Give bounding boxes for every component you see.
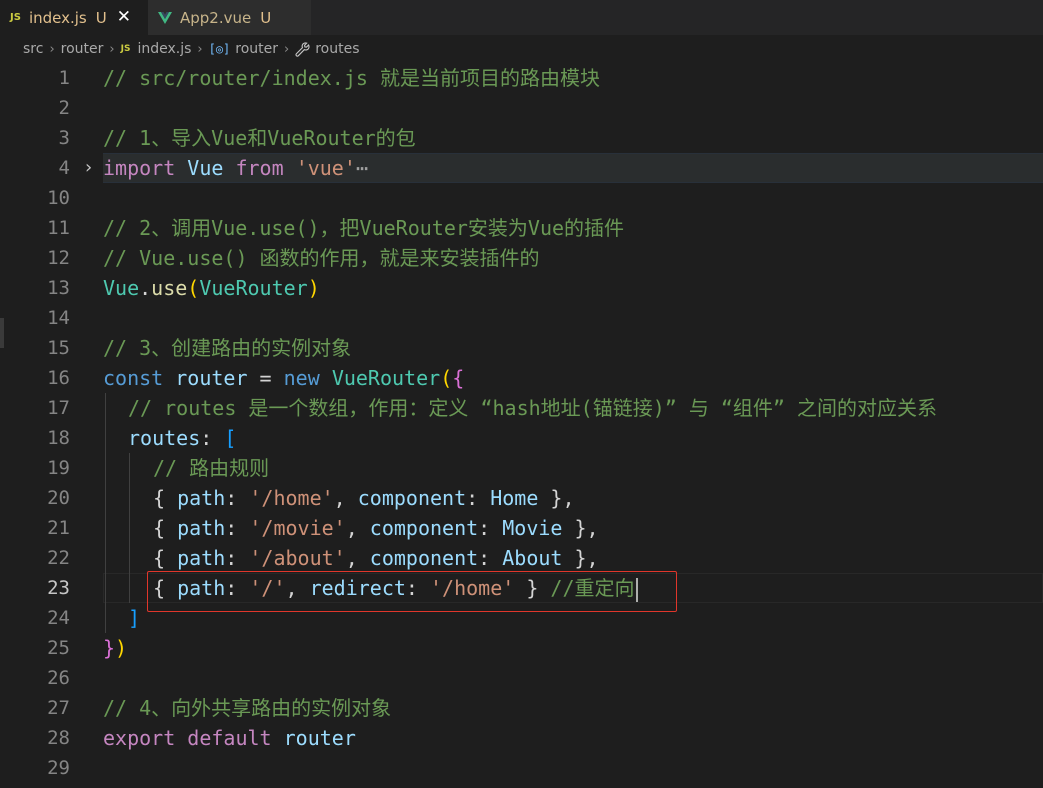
code-text: }): [103, 636, 128, 660]
code-comment: // routes 是一个数组，作用：定义 “hash地址(锚链接)” 与 “组…: [128, 396, 937, 420]
vue-file-icon: [158, 11, 172, 24]
close-icon[interactable]: ✕: [117, 9, 131, 26]
code-text: import Vue from 'vue'⋯: [103, 156, 368, 180]
code-text: { path: '/movie', component: Movie },: [153, 516, 599, 540]
code-line: 11 // 2、调用Vue.use()，把VueRouter安装为Vue的插件: [0, 213, 1043, 243]
breadcrumb-item-index-js[interactable]: JS index.js: [121, 41, 192, 57]
code-line: 28 export default router: [0, 723, 1043, 753]
code-text: const router = new VueRouter({: [103, 366, 465, 390]
code-comment: // 3、创建路由的实例对象: [103, 336, 352, 360]
line-number: 20: [47, 487, 70, 509]
code-text: { path: '/home', component: Home },: [153, 486, 575, 510]
breadcrumb-item-routes[interactable]: routes: [295, 41, 360, 57]
code-line: 20 { path: '/home', component: Home },: [0, 483, 1043, 513]
line-number: 18: [47, 427, 70, 449]
chevron-right-icon[interactable]: ›: [83, 153, 94, 183]
breadcrumb-item-src[interactable]: src: [23, 41, 43, 57]
code-line: 4 › import Vue from 'vue'⋯: [0, 153, 1043, 183]
breadcrumb-separator: ›: [109, 41, 115, 57]
code-line: 1 // src/router/index.js 就是当前项目的路由模块: [0, 63, 1043, 93]
line-number: 15: [47, 337, 70, 359]
highlight-annotation-box: [147, 571, 677, 612]
line-number: 12: [47, 247, 70, 269]
line-number: 29: [47, 757, 70, 779]
code-line: 17 // routes 是一个数组，作用：定义 “hash地址(锚链接)” 与…: [0, 393, 1043, 423]
line-number: 23: [47, 577, 70, 599]
breadcrumb-separator: ›: [197, 41, 203, 57]
line-number: 17: [47, 397, 70, 419]
code-line: 2: [0, 93, 1043, 123]
javascript-file-icon: JS: [10, 12, 21, 23]
code-comment: // 1、导入Vue和VueRouter的包: [103, 126, 416, 150]
breadcrumb-item-router-variable[interactable]: [◎] router: [209, 41, 278, 57]
folded-ellipsis[interactable]: ⋯: [356, 156, 368, 180]
line-number: 26: [47, 667, 70, 689]
line-number: 19: [47, 457, 70, 479]
code-text: export default router: [103, 726, 356, 750]
line-number: 21: [47, 517, 70, 539]
line-number: 1: [58, 67, 70, 89]
line-number: 16: [47, 367, 70, 389]
code-comment: // 2、调用Vue.use()，把VueRouter安装为Vue的插件: [103, 216, 625, 240]
code-text: ]: [128, 606, 141, 630]
line-number: 25: [47, 637, 70, 659]
code-text: routes: [: [128, 426, 237, 450]
code-line: 14: [0, 303, 1043, 333]
untracked-badge: U: [95, 8, 107, 27]
code-line: 26: [0, 663, 1043, 693]
code-line: 3 // 1、导入Vue和VueRouter的包: [0, 123, 1043, 153]
tab-app2-vue[interactable]: App2.vue U: [148, 0, 311, 35]
breadcrumb-separator: ›: [284, 41, 290, 57]
code-text: { path: '/about', component: About },: [153, 546, 599, 570]
code-comment: // src/router/index.js 就是当前项目的路由模块: [103, 66, 600, 90]
tab-label: index.js: [28, 8, 87, 27]
code-line: 18 routes: [: [0, 423, 1043, 453]
code-line: 15 // 3、创建路由的实例对象: [0, 333, 1043, 363]
line-number: 4: [58, 157, 70, 179]
code-comment: // 4、向外共享路由的实例对象: [103, 696, 392, 720]
line-number: 3: [58, 127, 70, 149]
code-line: 12 // Vue.use() 函数的作用，就是来安装插件的: [0, 243, 1043, 273]
line-number: 28: [47, 727, 70, 749]
code-line: 27 // 4、向外共享路由的实例对象: [0, 693, 1043, 723]
breadcrumb: src › router › JS index.js › [◎] router …: [0, 35, 1043, 63]
code-text: Vue.use(VueRouter): [103, 276, 320, 300]
line-number: 2: [58, 97, 70, 119]
tab-label: App2.vue: [180, 8, 252, 27]
line-number: 13: [47, 277, 70, 299]
code-line: 21 { path: '/movie', component: Movie },: [0, 513, 1043, 543]
code-line: 13 Vue.use(VueRouter): [0, 273, 1043, 303]
untracked-badge: U: [260, 8, 272, 27]
tab-index-js[interactable]: JS index.js U ✕: [0, 0, 148, 35]
code-comment: // Vue.use() 函数的作用，就是来安装插件的: [103, 246, 540, 270]
code-line: 29: [0, 753, 1043, 783]
code-comment: // 路由规则: [153, 456, 270, 480]
line-number: 22: [47, 547, 70, 569]
code-line: 22 { path: '/about', component: About },: [0, 543, 1043, 573]
javascript-file-icon: JS: [120, 44, 131, 54]
line-number: 24: [47, 607, 70, 629]
code-line: 16 const router = new VueRouter({: [0, 363, 1043, 393]
line-number: 11: [47, 217, 70, 239]
line-number: 14: [47, 307, 70, 329]
code-line: 25 }): [0, 633, 1043, 663]
wrench-icon: [295, 41, 310, 57]
breadcrumb-separator: ›: [49, 41, 55, 57]
code-line: 19 // 路由规则: [0, 453, 1043, 483]
line-number: 10: [47, 187, 70, 209]
tab-bar: JS index.js U ✕ App2.vue U: [0, 0, 1043, 35]
breadcrumb-item-router-folder[interactable]: router: [61, 41, 104, 57]
line-number: 27: [47, 697, 70, 719]
variable-icon: [◎]: [208, 42, 231, 56]
code-editor[interactable]: 1 // src/router/index.js 就是当前项目的路由模块 2 3…: [0, 63, 1043, 788]
code-line: 10: [0, 183, 1043, 213]
